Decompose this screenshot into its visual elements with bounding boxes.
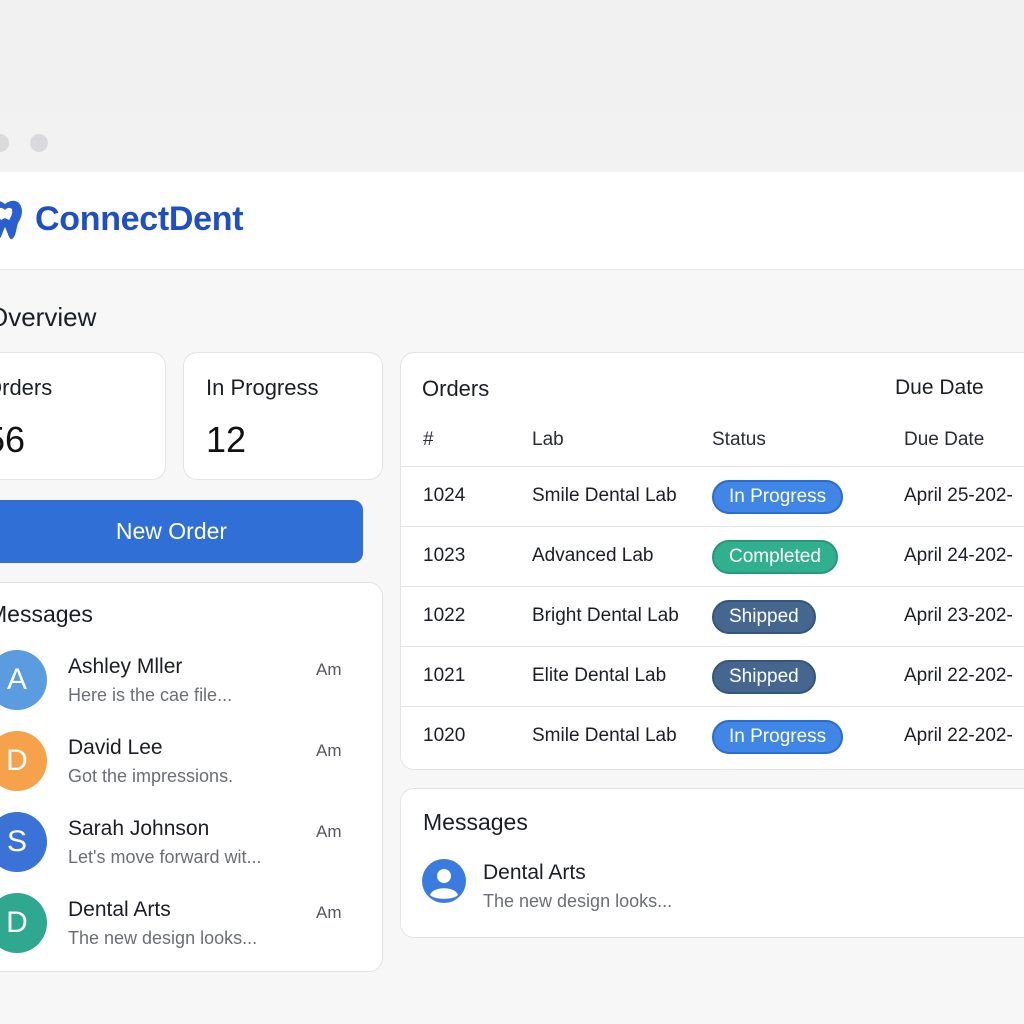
user-avatar-icon [422,859,466,903]
order-lab: Smile Dental Lab [532,725,677,746]
avatar: D [0,893,47,953]
message-preview: Let's move forward wit... [68,847,262,867]
avatar-initial: A [6,663,27,696]
message-preview: Here is the cae file... [68,685,233,705]
message-preview: The new design looks... [68,928,258,948]
app-window: ConnectDent Overview Orders 56 In Progre… [0,112,1024,1024]
window-control-button[interactable] [0,134,9,152]
message-time: Am [316,660,342,679]
stat-label: Orders [0,375,53,400]
orders-header-due-date: Due Date [895,376,984,399]
column-header-lab[interactable]: Lab [532,429,564,451]
messages-panel: Messages A Ashley Mller Here is the cae … [0,582,383,972]
message-item[interactable]: A Ashley Mller Here is the cae file... A… [0,650,382,720]
avatar-initial: D [6,744,28,777]
table-row[interactable]: 1021 Elite Dental Lab Shipped April 22-2… [401,646,1024,706]
avatar: S [0,812,47,872]
status-badge: In Progress [712,720,844,754]
messages-title: Messages [423,809,528,835]
order-due-date: April 23-202- [904,605,1013,626]
tooth-icon [0,200,22,240]
avatar: D [0,731,47,791]
order-id: 1022 [423,605,466,626]
order-lab: Bright Dental Lab [532,605,679,626]
new-order-button[interactable]: New Order [0,500,363,563]
orders-table-card: Orders Due Date # Lab Status Due Date 10… [400,352,1024,770]
order-id: 1024 [423,485,466,506]
window-control-button[interactable] [30,134,48,152]
table-row[interactable]: 1023 Advanced Lab Completed April 24-202… [401,526,1024,586]
order-lab: Elite Dental Lab [532,665,667,686]
orders-title: Orders [422,376,490,401]
message-time: Am [316,741,342,760]
status-badge: Shipped [712,600,816,634]
message-sender: Sarah Johnson [68,817,210,840]
order-id: 1023 [423,545,466,566]
stat-value: 56 [0,419,26,460]
avatar-initial: D [6,906,28,939]
title-bar [0,112,1024,172]
status-badge: Shipped [712,660,816,694]
order-due-date: April 24-202- [904,545,1013,566]
order-id: 1020 [423,725,466,746]
table-row[interactable]: 1022 Bright Dental Lab Shipped April 23-… [401,586,1024,646]
message-item[interactable]: S Sarah Johnson Let's move forward wit..… [0,812,382,882]
status-badge: In Progress [712,480,844,514]
message-time: Am [316,822,342,841]
status-badge: Completed [712,540,838,574]
order-due-date: April 25-202- [904,485,1013,506]
message-preview: The new design looks... [483,891,673,911]
stat-value: 12 [206,419,247,460]
stat-label: In Progress [206,375,319,400]
message-sender: David Lee [68,736,163,759]
avatar: A [0,650,47,710]
order-due-date: April 22-202- [904,725,1013,746]
message-sender: Ashley Mller [68,655,183,678]
message-item[interactable]: D Dental Arts The new design looks... Am [0,893,382,963]
message-preview: Got the impressions. [68,766,234,786]
message-time: Am [316,903,342,922]
avatar-initial: S [6,825,27,858]
table-row[interactable]: 1024 Smile Dental Lab In Progress April … [401,466,1024,526]
order-lab: Smile Dental Lab [532,485,677,506]
messages-panel-secondary: Messages Dental Arts The new design look… [400,788,1024,938]
brand-name: ConnectDent [35,200,244,238]
stat-card-orders[interactable]: Orders 56 [0,352,166,480]
app-header: ConnectDent [0,172,1024,270]
message-sender[interactable]: Dental Arts [483,861,586,885]
message-item[interactable]: D David Lee Got the impressions. Am [0,731,382,801]
column-header-number[interactable]: # [423,429,434,451]
messages-title: Messages [0,601,93,627]
page-title: Overview [0,302,97,332]
order-lab: Advanced Lab [532,545,654,566]
message-sender: Dental Arts [68,898,171,921]
order-due-date: April 22-202- [904,665,1013,686]
table-row[interactable]: 1020 Smile Dental Lab In Progress April … [401,706,1024,766]
order-id: 1021 [423,665,466,686]
column-header-due-date[interactable]: Due Date [904,429,984,451]
stat-card-in-progress[interactable]: In Progress 12 [183,352,383,480]
column-header-status[interactable]: Status [712,429,766,451]
